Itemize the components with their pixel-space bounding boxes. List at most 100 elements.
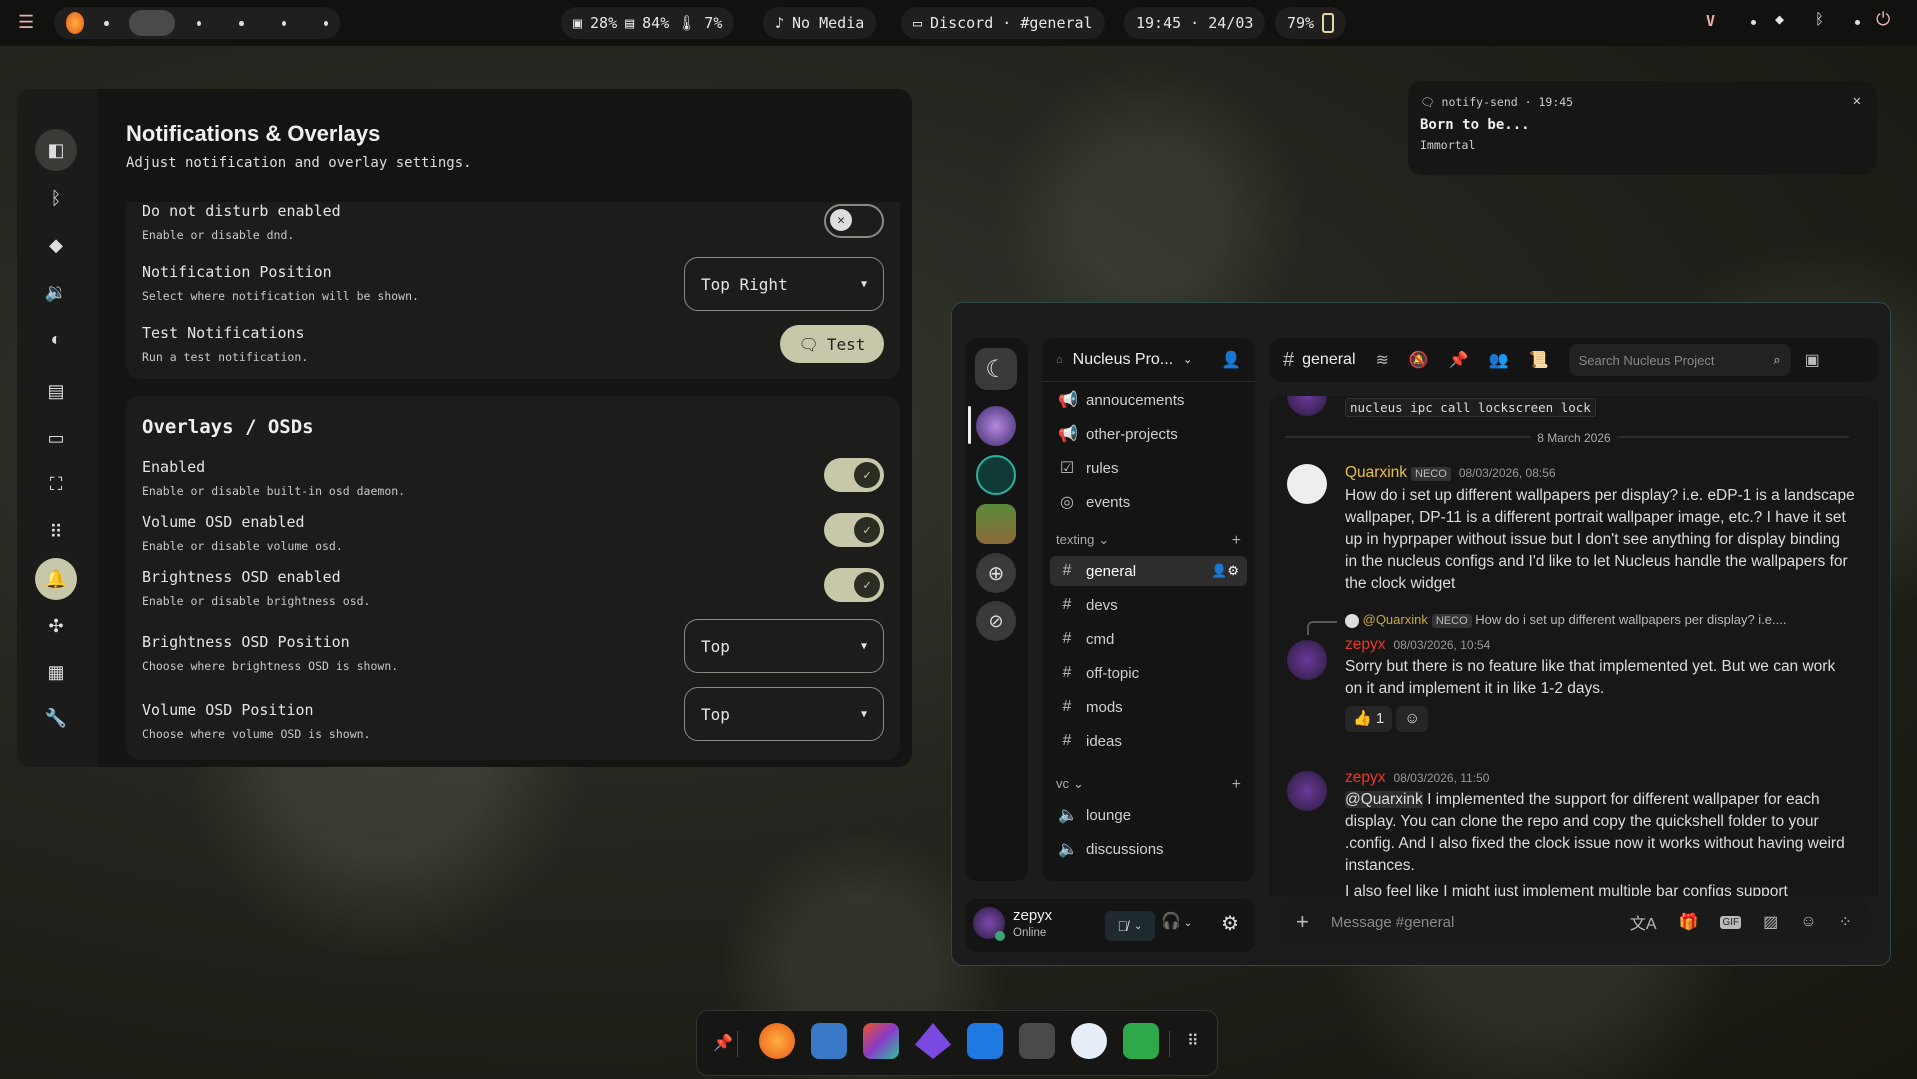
message-author[interactable]: zepyx (1345, 769, 1386, 786)
category-texting[interactable]: texting ⌄ + (1056, 532, 1241, 550)
firefox-icon[interactable] (759, 1023, 795, 1059)
brightness-osd-toggle[interactable]: ✓ (824, 568, 884, 602)
channel-cmd[interactable]: # cmd (1050, 624, 1247, 654)
notification-muted-icon[interactable]: 🔕 (1409, 350, 1429, 370)
threads-icon[interactable]: ≋ (1376, 350, 1389, 370)
workspace-dot[interactable] (197, 20, 202, 26)
server-icon-minecraft[interactable] (976, 504, 1016, 544)
channel-mods[interactable]: # mods (1050, 692, 1247, 722)
palette-icon[interactable]: ◐ (35, 318, 77, 360)
workspace-dot[interactable] (323, 20, 328, 26)
bluetooth-icon[interactable]: ᛒ (1815, 10, 1824, 28)
channel-other-projects[interactable]: 📢 other-projects (1050, 419, 1247, 449)
channel-events[interactable]: ◎ events (1050, 487, 1247, 517)
channel-ideas[interactable]: # ideas (1050, 726, 1247, 756)
server-icon[interactable] (976, 455, 1016, 495)
apps-icon[interactable]: ⁘ (1839, 912, 1852, 932)
add-reaction-icon[interactable]: ☺ (1396, 706, 1429, 732)
user-avatar[interactable] (1287, 640, 1327, 680)
user-settings-gear-icon[interactable]: ⚙ (1221, 911, 1239, 936)
server-header[interactable]: ⌂ Nucleus Pro... ⌄ 👤 (1042, 338, 1255, 382)
mute-button[interactable]: 🎙̸ ⌄ (1105, 911, 1155, 941)
menu-icon[interactable]: ☰ (18, 12, 34, 33)
wifi-icon[interactable]: ◆ (1775, 10, 1784, 28)
workspaces[interactable] (54, 7, 340, 39)
close-icon[interactable]: ✕ (1853, 93, 1861, 109)
terminal-icon[interactable] (1019, 1023, 1055, 1059)
category-vc[interactable]: vc ⌄ + (1056, 776, 1241, 794)
invite-people-icon[interactable]: 👤 (1221, 350, 1241, 370)
active-workspace[interactable] (128, 10, 176, 36)
notifications-bell-icon[interactable]: 🔔 (35, 558, 77, 600)
sticker-icon[interactable]: ▨ (1763, 912, 1778, 932)
channel-scroll-icon[interactable]: 📜 (1529, 350, 1549, 370)
channel-devs[interactable]: # devs (1050, 590, 1247, 620)
battery[interactable]: 79% (1275, 7, 1347, 39)
workspace-dot[interactable] (239, 20, 244, 26)
volume-osd-position-select[interactable]: Top ▼ (684, 687, 884, 741)
volume-icon[interactable]: 🔉 (35, 271, 77, 313)
app-grid-icon[interactable]: ⠿ (1187, 1031, 1199, 1051)
obsidian-icon[interactable] (915, 1023, 951, 1059)
settings-app-icon[interactable] (1123, 1023, 1159, 1059)
translate-icon[interactable]: 文A (1630, 910, 1657, 934)
volume-osd-toggle[interactable]: ✓ (824, 513, 884, 547)
add-attachment-icon[interactable]: + (1296, 909, 1309, 935)
workspace-dot[interactable] (104, 20, 109, 26)
bluetooth-icon[interactable]: ᛒ (35, 177, 77, 219)
media-widget[interactable]: ♪ No Media (763, 7, 877, 39)
discover-compass-icon[interactable]: ⊘ (976, 601, 1016, 641)
user-avatar[interactable] (1287, 771, 1327, 811)
headphones-button[interactable]: 🎧 ⌄ (1161, 911, 1192, 931)
channel-off-topic[interactable]: # off-topic (1050, 658, 1247, 688)
add-server-icon[interactable]: ⊕ (976, 553, 1016, 593)
add-channel-icon[interactable]: + (1232, 776, 1241, 794)
kde-connect-icon[interactable] (1071, 1023, 1107, 1059)
test-button[interactable]: 🗨 Test (780, 325, 884, 363)
store-icon[interactable]: ▦ (35, 651, 77, 693)
wifi-icon[interactable]: ◆ (35, 224, 77, 266)
tools-icon[interactable]: 🔧 (35, 697, 77, 739)
emoji-icon[interactable]: ☺ (1800, 913, 1816, 931)
pin-icon[interactable]: 📌 (1449, 350, 1469, 370)
apps-grid-icon[interactable]: ⠿ (35, 511, 77, 553)
dock-layout-icon[interactable]: ▭ (35, 417, 77, 459)
notes-app-icon[interactable] (811, 1023, 847, 1059)
reaction-thumbs-up[interactable]: 👍 1 (1345, 706, 1393, 732)
wallpaper-icon[interactable]: ⛶ (35, 463, 77, 505)
message-author[interactable]: zepyx (1345, 636, 1386, 653)
sidebar-toggle-icon[interactable]: ◧ (35, 129, 77, 171)
clock[interactable]: 19:45 · 24/03 (1124, 7, 1266, 39)
search-input[interactable]: Search Nucleus Project ⌕ (1568, 344, 1791, 376)
channel-annoucements[interactable]: 📢 annoucements (1050, 385, 1247, 415)
add-channel-icon[interactable]: + (1232, 532, 1241, 550)
voice-channel-discussions[interactable]: 🔈 discussions (1050, 834, 1247, 864)
reply-preview[interactable]: @Quarxink NECO How do i set up different … (1345, 612, 1786, 628)
color-picker-icon[interactable] (863, 1023, 899, 1059)
vpn-icon[interactable]: V (1706, 12, 1715, 30)
inbox-icon[interactable]: ▣ (1805, 350, 1820, 370)
files-icon[interactable] (967, 1023, 1003, 1059)
channel-rules[interactable]: ☑ rules (1050, 453, 1247, 483)
osd-enabled-toggle[interactable]: ✓ (824, 458, 884, 492)
message-input[interactable]: Message #general (1331, 914, 1608, 931)
brightness-osd-position-select[interactable]: Top ▼ (684, 619, 884, 673)
power-icon[interactable]: ⏻ (1876, 9, 1890, 30)
channel-general[interactable]: # general 👤⚙ (1050, 556, 1247, 586)
workspace-dot[interactable] (281, 20, 286, 26)
gift-icon[interactable]: 🎁 (1679, 912, 1699, 932)
voice-channel-lounge[interactable]: 🔈 lounge (1050, 800, 1247, 830)
bar-layout-icon[interactable]: ▤ (35, 370, 77, 412)
notification-popup[interactable]: 🗨 notify-send · 19:45 Born to be... Immo… (1408, 81, 1877, 175)
user-avatar[interactable] (1287, 464, 1327, 504)
mention[interactable]: @Quarxink (1345, 791, 1423, 808)
message-author[interactable]: Quarxink (1345, 464, 1407, 481)
moon-icon[interactable]: ☾ (975, 348, 1017, 390)
notification-position-select[interactable]: Top Right ▼ (684, 257, 884, 311)
pin-icon[interactable]: 📌 (713, 1033, 733, 1053)
dnd-toggle[interactable]: ✕ (824, 204, 884, 238)
members-icon[interactable]: 👥 (1489, 350, 1509, 370)
gif-icon[interactable]: GIF (1720, 915, 1742, 929)
invite-and-settings-icon[interactable]: 👤⚙ (1211, 563, 1239, 579)
server-icon-nucleus[interactable] (976, 406, 1016, 446)
